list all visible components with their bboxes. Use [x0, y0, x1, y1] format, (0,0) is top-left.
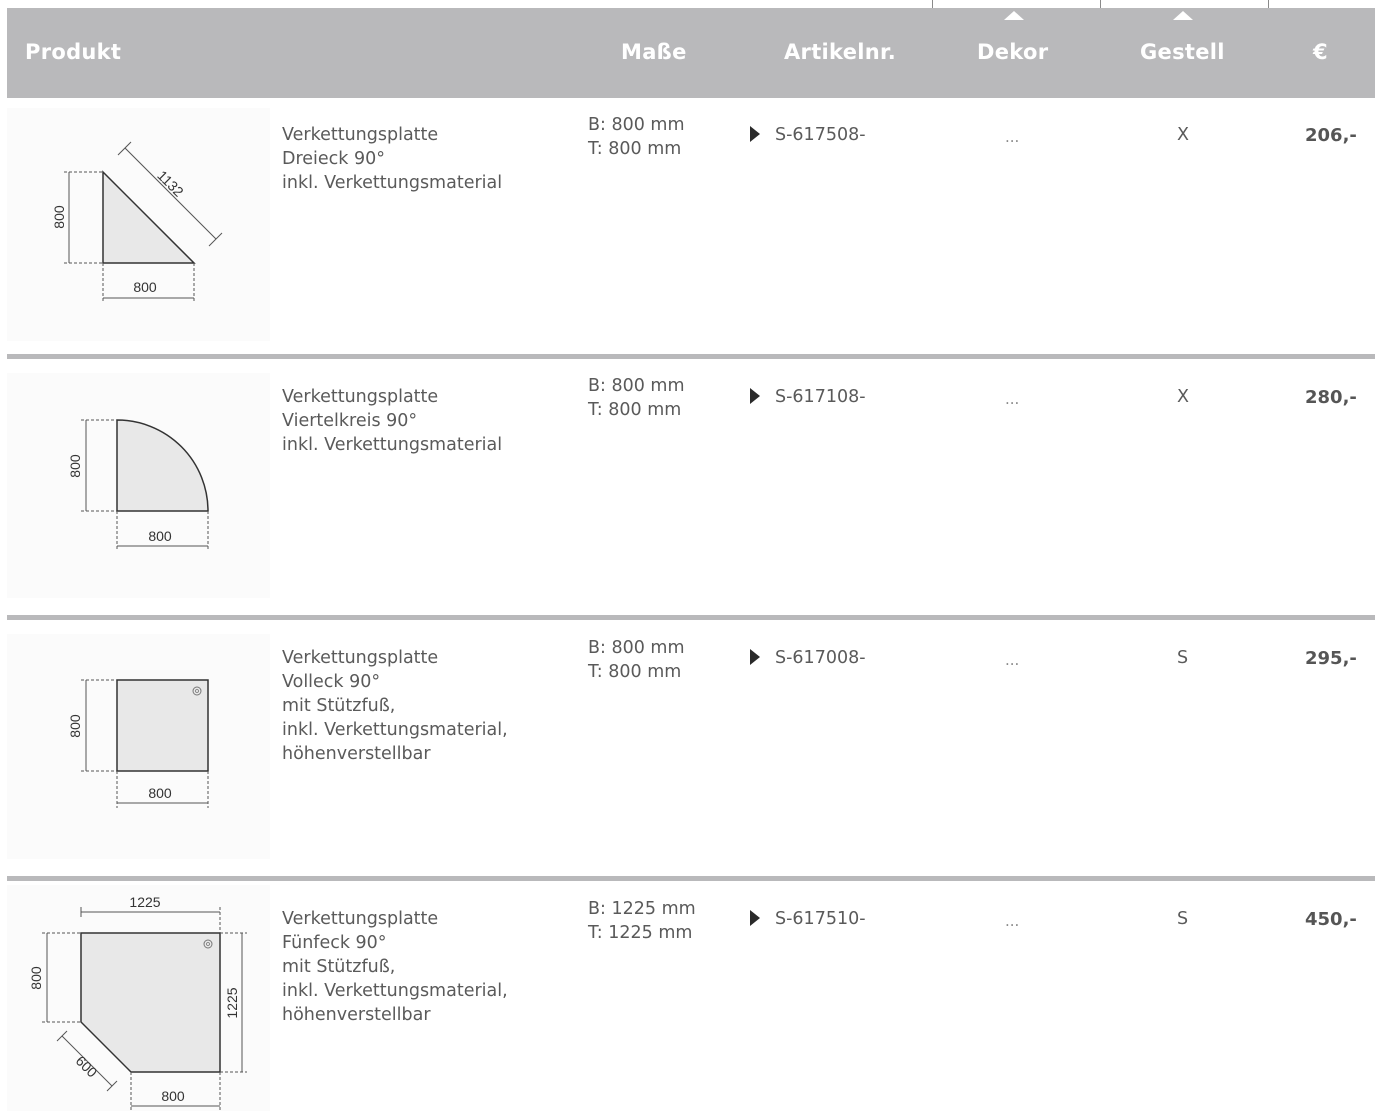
product-dimensions: B: 800 mm T: 800 mm — [588, 113, 685, 161]
article-number-link[interactable]: S-617510- — [750, 909, 866, 929]
dekor-sort-arrow-icon[interactable] — [1004, 11, 1024, 20]
product-drawing-quarter-circle: 800 800 — [7, 373, 270, 598]
header-gestell: Gestell — [1140, 40, 1225, 64]
gestell-value: S — [1177, 909, 1189, 929]
gestell-value: S — [1177, 648, 1189, 668]
price: 206,- — [1305, 125, 1357, 146]
dim-right-label: 1225 — [224, 987, 240, 1018]
desc-line: mit Stützfuß, — [282, 957, 396, 977]
dim-depth: T: 800 mm — [588, 662, 682, 682]
product-drawing-triangle: 800 800 1132 — [7, 108, 270, 341]
product-dimensions: B: 1225 mm T: 1225 mm — [588, 897, 696, 945]
dekor-value[interactable]: ... — [1005, 912, 1019, 930]
product-description: Verkettungsplatte Fünfeck 90° mit Stützf… — [282, 907, 508, 1027]
dim-depth: T: 800 mm — [588, 139, 682, 159]
gestell-value: X — [1177, 125, 1189, 145]
dim-bottom-label: 800 — [133, 279, 157, 295]
desc-line: höhenverstellbar — [282, 1005, 431, 1025]
desc-line: Viertelkreis 90° — [282, 411, 418, 431]
product-drawing-square: 800 800 — [7, 634, 270, 859]
desc-line: höhenverstellbar — [282, 744, 431, 764]
dim-left-label: 800 — [28, 966, 44, 990]
dim-depth: T: 800 mm — [588, 400, 682, 420]
desc-line: inkl. Verkettungsmaterial — [282, 435, 503, 455]
table-row: 800 800 Verkettungsplatte Volleck 90° mi… — [7, 620, 1375, 878]
dekor-value[interactable]: ... — [1005, 651, 1019, 669]
header-masse: Maße — [621, 40, 687, 64]
dim-width: B: 800 mm — [588, 115, 685, 135]
dim-depth: T: 1225 mm — [588, 923, 693, 943]
dim-left-label: 800 — [67, 454, 83, 478]
dim-width: B: 800 mm — [588, 638, 685, 658]
table-row: 800 800 1132 Verkettungsplatte Dreieck 9… — [7, 98, 1375, 356]
dekor-value[interactable]: ... — [1005, 390, 1019, 408]
product-description: Verkettungsplatte Volleck 90° mit Stützf… — [282, 646, 508, 766]
dim-diagonal-label: 1132 — [154, 167, 187, 200]
dim-top-label: 1225 — [129, 894, 160, 910]
desc-line: inkl. Verkettungsmaterial, — [282, 720, 508, 740]
header-produkt: Produkt — [25, 40, 122, 64]
article-number: S-617508- — [775, 125, 866, 145]
header-top-tick — [1100, 0, 1101, 8]
price: 450,- — [1305, 909, 1357, 930]
dim-diagonal-label: 600 — [73, 1053, 101, 1081]
dekor-value[interactable]: ... — [1005, 128, 1019, 146]
price: 295,- — [1305, 648, 1357, 669]
play-arrow-icon — [750, 649, 760, 665]
article-number-link[interactable]: S-617508- — [750, 125, 866, 145]
header-top-tick — [932, 0, 933, 8]
article-number: S-617510- — [775, 909, 866, 929]
desc-line: Verkettungsplatte — [282, 125, 439, 145]
desc-line: Dreieck 90° — [282, 149, 386, 169]
gestell-value: X — [1177, 387, 1189, 407]
desc-line: Fünfeck 90° — [282, 933, 387, 953]
play-arrow-icon — [750, 388, 760, 404]
desc-line: Verkettungsplatte — [282, 909, 439, 929]
dim-width: B: 1225 mm — [588, 899, 696, 919]
gestell-sort-arrow-icon[interactable] — [1173, 11, 1193, 20]
product-drawing-pentagon: 1225 800 1225 800 600 — [7, 885, 270, 1111]
desc-line: inkl. Verkettungsmaterial — [282, 173, 503, 193]
product-dimensions: B: 800 mm T: 800 mm — [588, 636, 685, 684]
product-description: Verkettungsplatte Dreieck 90° inkl. Verk… — [282, 123, 502, 195]
table-row: 1225 800 1225 800 600 Verkettungsplatte … — [7, 881, 1375, 1111]
play-arrow-icon — [750, 910, 760, 926]
desc-line: Volleck 90° — [282, 672, 381, 692]
dim-left-label: 800 — [51, 205, 67, 229]
header-dekor: Dekor — [977, 40, 1049, 64]
article-number-link[interactable]: S-617108- — [750, 387, 866, 407]
article-number: S-617108- — [775, 387, 866, 407]
dim-bottom-label: 800 — [161, 1088, 185, 1104]
dim-bottom-label: 800 — [148, 785, 172, 801]
desc-line: Verkettungsplatte — [282, 648, 439, 668]
price: 280,- — [1305, 387, 1357, 408]
dim-left-label: 800 — [67, 714, 83, 738]
article-number-link[interactable]: S-617008- — [750, 648, 866, 668]
table-header: Produkt Maße Artikelnr. Dekor Gestell € — [7, 8, 1375, 98]
header-top-tick — [1268, 0, 1269, 8]
article-number: S-617008- — [775, 648, 866, 668]
desc-line: inkl. Verkettungsmaterial, — [282, 981, 508, 1001]
header-preis: € — [1313, 40, 1328, 64]
table-row: 800 800 Verkettungsplatte Viertelkreis 9… — [7, 359, 1375, 617]
desc-line: mit Stützfuß, — [282, 696, 396, 716]
play-arrow-icon — [750, 126, 760, 142]
desc-line: Verkettungsplatte — [282, 387, 439, 407]
header-artikelnr: Artikelnr. — [784, 40, 896, 64]
product-dimensions: B: 800 mm T: 800 mm — [588, 374, 685, 422]
product-description: Verkettungsplatte Viertelkreis 90° inkl.… — [282, 385, 502, 457]
dim-width: B: 800 mm — [588, 376, 685, 396]
dim-bottom-label: 800 — [148, 528, 172, 544]
